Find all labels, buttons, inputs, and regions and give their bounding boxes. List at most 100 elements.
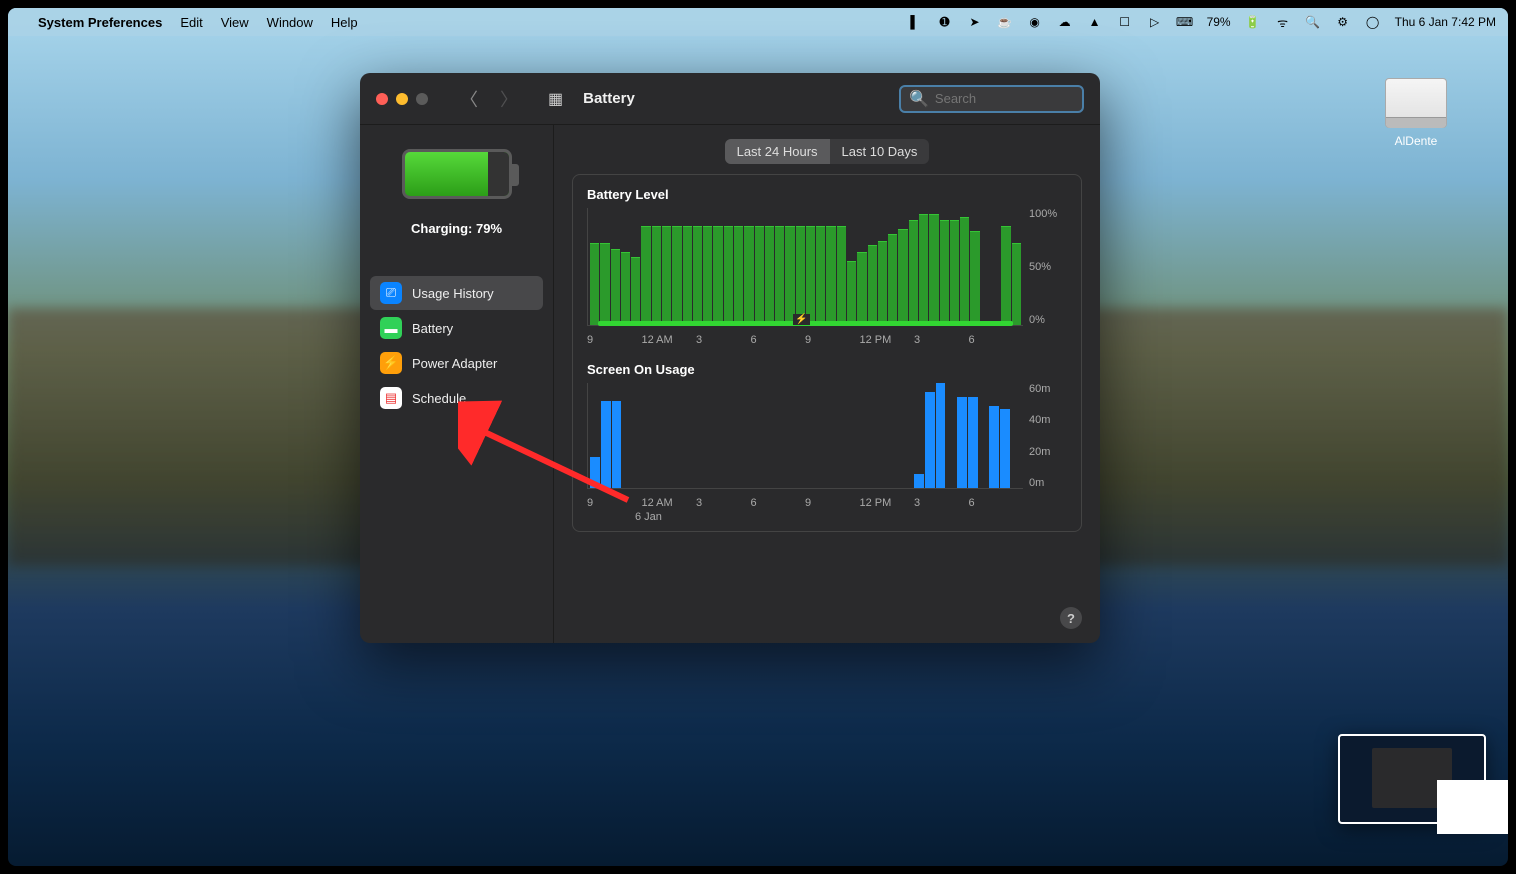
chart-bar <box>1001 226 1010 325</box>
chart-bar <box>925 392 935 488</box>
menu-help[interactable]: Help <box>331 15 358 30</box>
menubar-datetime[interactable]: Thu 6 Jan 7:42 PM <box>1395 15 1496 29</box>
time-range-segmented[interactable]: Last 24 HoursLast 10 Days <box>725 139 930 164</box>
spotlight-icon[interactable]: 🔍 <box>1305 14 1321 30</box>
app-name[interactable]: System Preferences <box>38 15 162 30</box>
chart-bar <box>590 457 600 489</box>
play-icon[interactable]: ▷ <box>1147 14 1163 30</box>
chart-bar <box>898 229 907 325</box>
screenshot-thumbnail[interactable] <box>1338 734 1486 824</box>
chart-bar <box>744 226 753 325</box>
chart-bar <box>857 252 866 325</box>
menubar: System Preferences Edit View Window Help… <box>8 8 1508 36</box>
menu-view[interactable]: View <box>221 15 249 30</box>
chart-bar <box>693 226 702 325</box>
chart-bar <box>662 226 671 325</box>
back-button[interactable]: 〈 <box>460 86 478 112</box>
chart-bar <box>601 401 611 489</box>
battery-icon[interactable]: 🔋 <box>1245 14 1261 30</box>
chart-bar <box>950 220 959 325</box>
charging-status: Charging: 79% <box>411 221 502 236</box>
chart-bar <box>888 234 897 325</box>
sidebar-item-label: Usage History <box>412 286 494 301</box>
show-all-icon[interactable]: ▦ <box>548 89 563 109</box>
chart-bar <box>989 406 999 488</box>
close-button[interactable] <box>376 93 388 105</box>
keyboard-icon[interactable]: ⌨ <box>1177 14 1193 30</box>
chart-bar <box>968 397 978 488</box>
chart-bar <box>847 261 856 325</box>
chart-bar <box>713 226 722 325</box>
status-icon[interactable]: ➤ <box>967 14 983 30</box>
status-icon[interactable]: ▲ <box>1087 14 1103 30</box>
chart-bar <box>734 226 743 325</box>
status-icon[interactable]: ▌ <box>907 14 923 30</box>
sidebar-item-usage-history[interactable]: ⎚ Usage History <box>370 276 543 310</box>
search-input[interactable] <box>935 91 1100 106</box>
chart-bar <box>919 214 928 325</box>
battery-graphic-icon <box>402 149 512 199</box>
chart-screen-on: Screen On Usage 60m40m20m0m 912 AM36912 … <box>587 362 1067 523</box>
chart-bar <box>775 226 784 325</box>
chart-bar <box>631 257 640 325</box>
chart-bar <box>683 226 692 325</box>
sched-icon: ▤ <box>380 387 402 409</box>
pow-icon: ⚡ <box>380 352 402 374</box>
help-button[interactable]: ? <box>1060 607 1082 629</box>
chart-bar <box>878 241 887 325</box>
chart-bar <box>724 226 733 325</box>
sidebar-item-battery[interactable]: ▬Battery <box>370 311 543 345</box>
chart-bar <box>960 217 969 325</box>
minimize-button[interactable] <box>396 93 408 105</box>
segment-option[interactable]: Last 24 Hours <box>725 139 830 164</box>
chart-bar <box>806 226 815 325</box>
chart-bar <box>909 220 918 325</box>
chart-bar <box>765 226 774 325</box>
chart-bar <box>590 243 599 325</box>
maximize-button[interactable] <box>416 93 428 105</box>
chart-bar <box>914 474 924 488</box>
chart-bar <box>755 226 764 325</box>
chart-bar <box>826 226 835 325</box>
sidebar-item-label: Power Adapter <box>412 356 497 371</box>
charts-panel: Battery Level 100%50%0% 912 AM36912 PM36 <box>572 174 1082 532</box>
desktop-disk-icon[interactable]: AlDente <box>1376 78 1456 148</box>
chart-bar <box>837 226 846 325</box>
status-icon[interactable]: ➊ <box>937 14 953 30</box>
main-content: Last 24 HoursLast 10 Days Battery Level … <box>554 125 1100 643</box>
wifi-icon[interactable]: ᯤ <box>1275 14 1291 30</box>
desktop-icon-label: AlDente <box>1376 134 1456 148</box>
battery-percent[interactable]: 79% <box>1207 15 1231 29</box>
menu-window[interactable]: Window <box>267 15 313 30</box>
chart-bar <box>703 226 712 325</box>
usage-icon: ⎚ <box>380 282 402 304</box>
sidebar-item-power-adapter[interactable]: ⚡ Power Adapter <box>370 346 543 380</box>
chart-bar <box>785 226 794 325</box>
chart-bar <box>621 252 630 325</box>
chart-bar <box>600 243 609 325</box>
chart-bar <box>816 226 825 325</box>
titlebar: 〈 〉 ▦ Battery 🔍 <box>360 73 1100 125</box>
display-icon[interactable]: ☐ <box>1117 14 1133 30</box>
charging-indicator-line <box>598 321 1013 326</box>
chart-bar <box>1012 243 1021 325</box>
segment-option[interactable]: Last 10 Days <box>830 139 930 164</box>
siri-icon[interactable]: ◯ <box>1365 14 1381 30</box>
chart-battery-level: Battery Level 100%50%0% 912 AM36912 PM36 <box>587 187 1067 346</box>
status-icon[interactable]: ☕ <box>997 14 1013 30</box>
menu-edit[interactable]: Edit <box>180 15 202 30</box>
control-center-icon[interactable]: ⚙ <box>1335 14 1351 30</box>
status-icon[interactable]: ☁ <box>1057 14 1073 30</box>
date-label: 6 Jan <box>635 511 1067 523</box>
chart-bar <box>796 226 805 325</box>
search-icon: 🔍 <box>909 89 929 109</box>
chart-bar <box>957 397 967 488</box>
chart-bar <box>868 245 877 325</box>
search-field[interactable]: 🔍 <box>899 85 1084 113</box>
status-icon[interactable]: ◉ <box>1027 14 1043 30</box>
window-title: Battery <box>583 90 635 107</box>
preferences-window: 〈 〉 ▦ Battery 🔍 Charging: 79% ⎚ Usage His… <box>360 73 1100 643</box>
sidebar-item-schedule[interactable]: ▤Schedule <box>370 381 543 415</box>
chart-bar <box>940 220 949 325</box>
chart-bar <box>672 226 681 325</box>
